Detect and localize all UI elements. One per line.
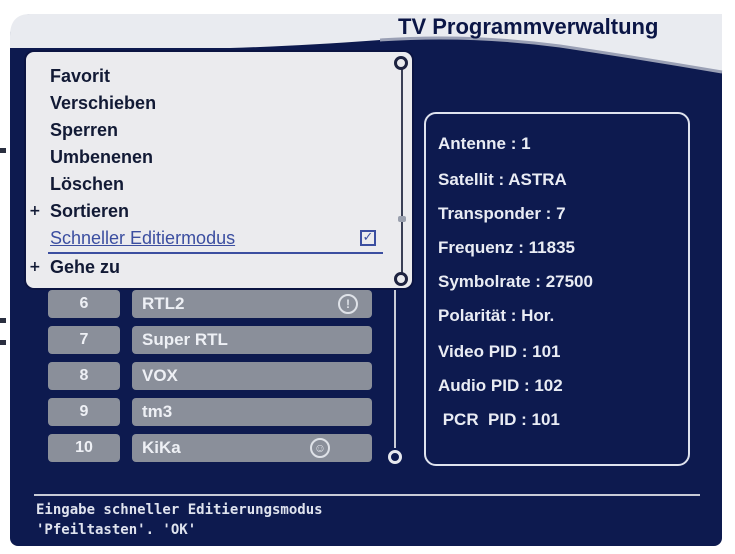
smiley-icon: ☺	[310, 438, 330, 458]
edge-mark	[0, 318, 6, 323]
menu-scrollbar[interactable]	[401, 64, 403, 276]
menu-item-favorit[interactable]: Favorit	[50, 66, 110, 86]
channel-number[interactable]: 6	[48, 290, 120, 318]
channel-row[interactable]: tm3	[132, 398, 372, 426]
edge-mark	[0, 148, 6, 153]
status-hint-line2: 'Pfeiltasten'. 'OK'	[36, 522, 197, 538]
info-symbolrate: Symbolrate : 27500	[438, 272, 593, 291]
menu-item-sortieren[interactable]: Sortieren	[50, 201, 129, 221]
header-title: TV Programmverwaltung	[398, 14, 659, 39]
status-separator	[34, 494, 700, 496]
channel-number[interactable]: 10	[48, 434, 120, 462]
info-antenne: Antenne : 1	[438, 134, 531, 153]
info-polaritaet: Polarität : Hor.	[438, 306, 555, 325]
scroll-end-icon[interactable]	[388, 450, 402, 464]
warning-icon: !	[338, 294, 358, 314]
channel-number[interactable]: 7	[48, 326, 120, 354]
checkbox-checked-icon[interactable]: ✓	[360, 230, 376, 246]
menu-item-schneller-editiermodus[interactable]: Schneller Editiermodus	[50, 228, 235, 248]
channel-row[interactable]: KiKa ☺	[132, 434, 372, 462]
info-satellit: Satellit : ASTRA	[438, 170, 567, 189]
menu-item-verschieben[interactable]: Verschieben	[50, 93, 156, 113]
scroll-up-icon[interactable]	[394, 56, 408, 70]
info-transponder: Transponder : 7	[438, 204, 566, 223]
channel-row[interactable]: RTL2 !	[132, 290, 372, 318]
channel-row[interactable]: Super RTL	[132, 326, 372, 354]
options-popup-menu: Favorit Verschieben Sperren Umbenenen Lö…	[24, 50, 414, 290]
menu-selection-underline	[48, 252, 383, 254]
submenu-plus-icon: +	[29, 259, 41, 275]
menu-scroll-thumb[interactable]	[398, 216, 406, 222]
info-video-pid: Video PID : 101	[438, 342, 561, 361]
info-frequenz: Frequenz : 11835	[438, 238, 576, 257]
channel-name: tm3	[142, 402, 173, 421]
channel-row[interactable]: VOX	[132, 362, 372, 390]
channel-name: RTL2	[142, 294, 185, 313]
tv-osd-screen: TV Programmverwaltung Antenne : 1 Satell…	[0, 0, 735, 554]
submenu-plus-icon: +	[29, 203, 41, 219]
menu-item-loeschen[interactable]: Löschen	[50, 174, 124, 194]
transponder-info-panel: Antenne : 1 Satellit : ASTRA Transponder…	[424, 112, 690, 466]
scroll-down-icon[interactable]	[394, 272, 408, 286]
status-hint-line1: Eingabe schneller Editierungsmodus	[36, 502, 323, 518]
channel-number[interactable]: 9	[48, 398, 120, 426]
menu-item-gehe-zu[interactable]: Gehe zu	[50, 257, 120, 277]
edge-mark	[0, 340, 6, 345]
menu-item-umbenennen[interactable]: Umbenenen	[50, 147, 153, 167]
channel-name: Super RTL	[142, 330, 228, 349]
info-audio-pid: Audio PID : 102	[438, 376, 563, 395]
channel-number[interactable]: 8	[48, 362, 120, 390]
info-pcr-pid: PCR PID : 101	[438, 410, 560, 429]
channel-name: KiKa	[142, 438, 181, 457]
channel-name: VOX	[142, 366, 178, 385]
menu-item-sperren[interactable]: Sperren	[50, 120, 118, 140]
